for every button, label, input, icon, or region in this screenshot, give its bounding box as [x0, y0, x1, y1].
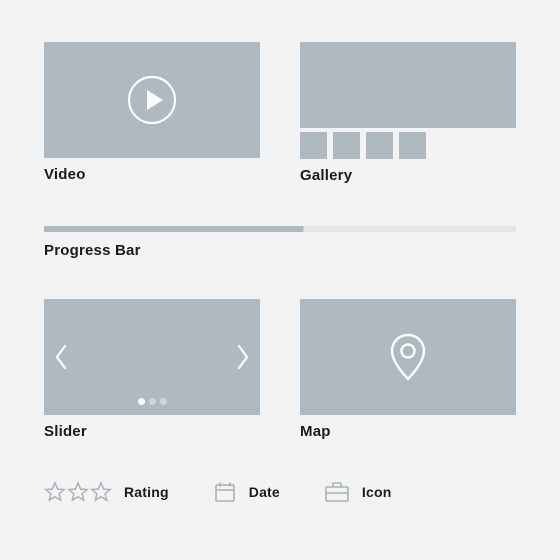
star-icon: [44, 481, 66, 503]
gallery-thumbnail[interactable]: [300, 132, 327, 159]
date-widget[interactable]: Date: [213, 480, 280, 504]
gallery-thumbnail[interactable]: [333, 132, 360, 159]
gallery-thumbnails: [300, 132, 516, 159]
rating-label: Rating: [124, 484, 169, 500]
gallery-thumbnail[interactable]: [399, 132, 426, 159]
rating-widget[interactable]: Rating: [44, 481, 169, 503]
chevron-left-icon[interactable]: [52, 342, 70, 372]
slider-widget[interactable]: [44, 299, 260, 415]
gallery-main-image: [300, 42, 516, 128]
briefcase-icon: [324, 480, 350, 504]
icon-widget[interactable]: Icon: [324, 480, 392, 504]
play-icon: [126, 74, 178, 126]
progress-bar[interactable]: [44, 226, 516, 232]
map-widget[interactable]: [300, 299, 516, 415]
gallery-widget[interactable]: [300, 42, 516, 159]
gallery-thumbnail[interactable]: [366, 132, 393, 159]
slider-dot[interactable]: [160, 398, 167, 405]
progress-bar-label: Progress Bar: [44, 242, 516, 259]
slider-label: Slider: [44, 423, 260, 440]
slider-dot[interactable]: [138, 398, 145, 405]
slider-dots: [44, 398, 260, 405]
map-pin-icon: [388, 331, 428, 383]
star-icon: [67, 481, 89, 503]
calendar-icon: [213, 480, 237, 504]
slider-dot[interactable]: [149, 398, 156, 405]
date-label: Date: [249, 484, 280, 500]
map-label: Map: [300, 423, 516, 440]
video-widget[interactable]: [44, 42, 260, 158]
chevron-right-icon[interactable]: [234, 342, 252, 372]
video-label: Video: [44, 166, 260, 183]
icon-label: Icon: [362, 484, 392, 500]
star-icon: [90, 481, 112, 503]
gallery-label: Gallery: [300, 167, 516, 184]
